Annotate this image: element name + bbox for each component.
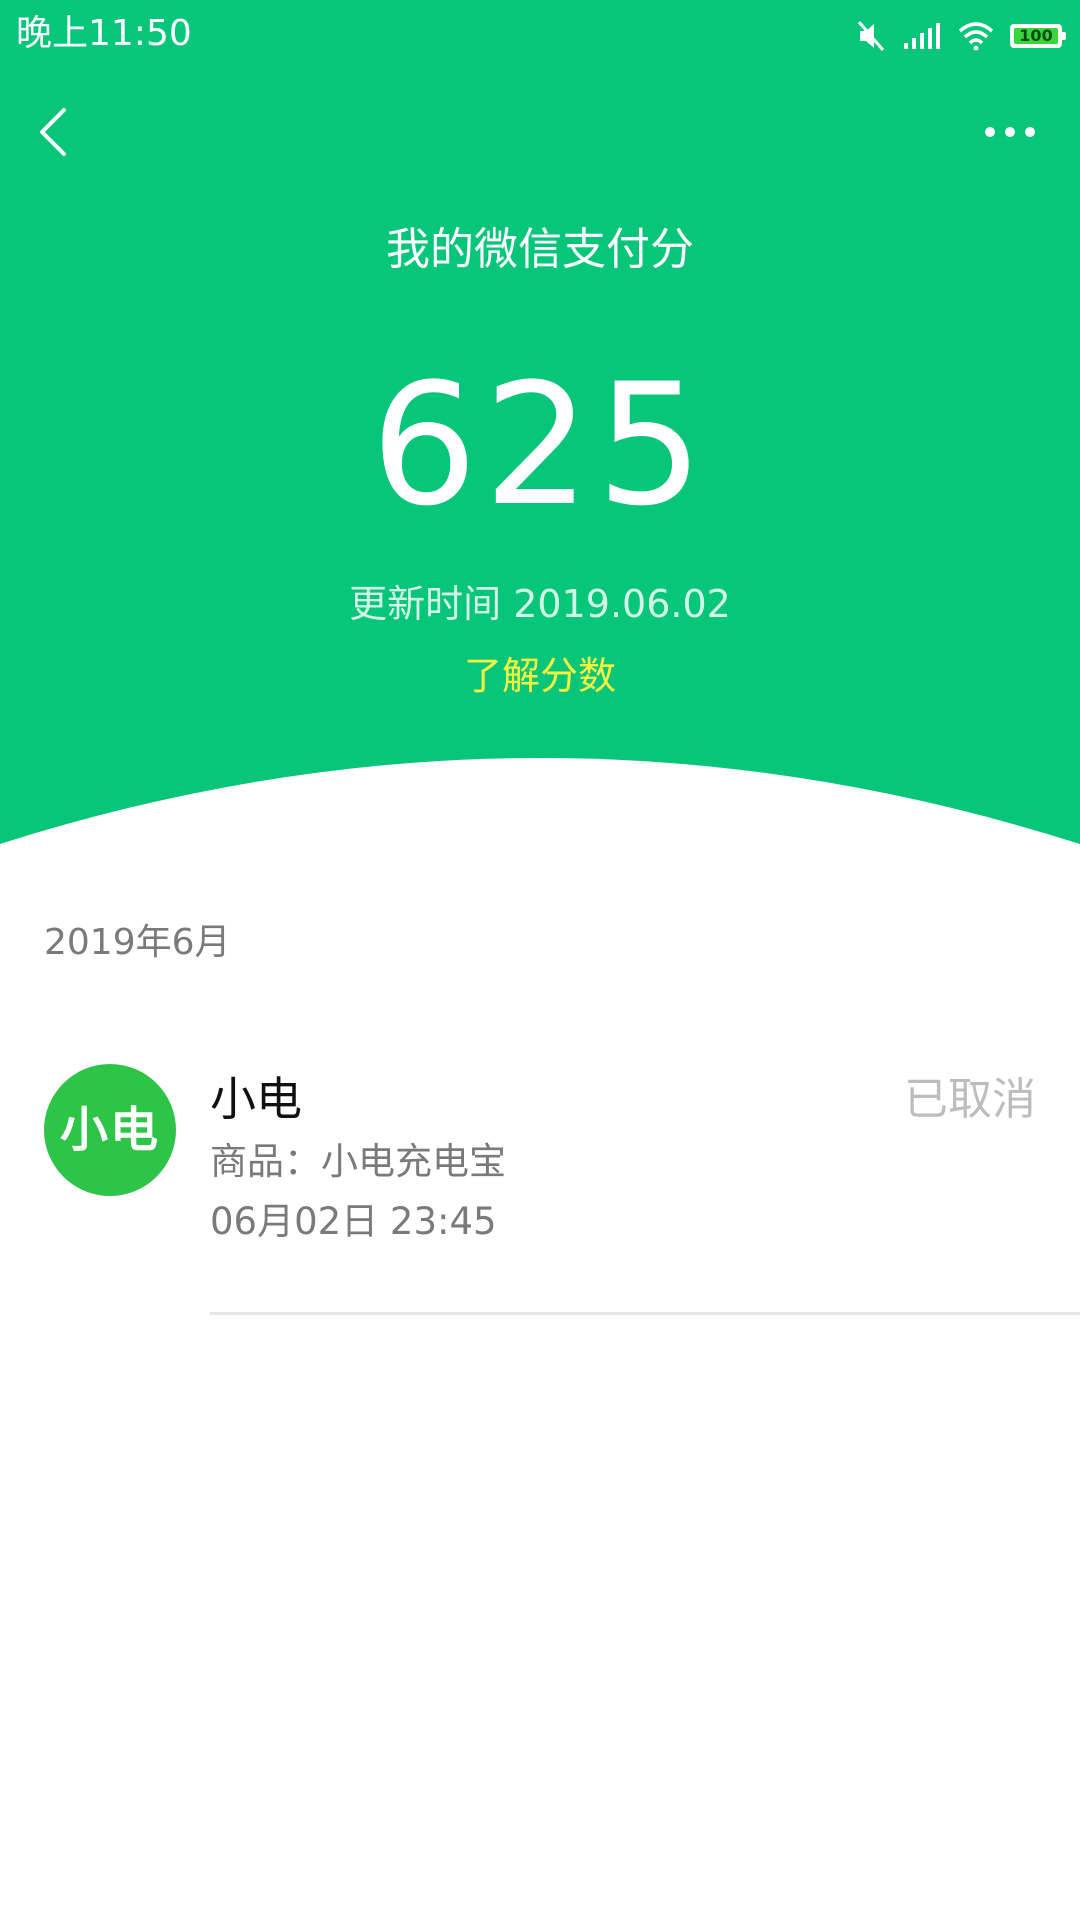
more-button[interactable] [980,110,1040,150]
merchant-avatar: 小电 [44,1064,176,1196]
status-bar: 晚上11:50 100 [0,0,1080,70]
learn-score-link[interactable]: 了解分数 [0,652,1080,700]
score-value: 625 [370,347,710,543]
hero-curve [0,758,1080,868]
status-icons: 100 [856,16,1066,56]
chevron-left-icon [40,108,66,156]
divider [210,1312,1080,1315]
record-time: 06月02日 23:45 [210,1200,497,1243]
signal-icon [902,21,942,51]
month-header: 2019年6月 [44,922,231,963]
product-name: 商品：小电充电宝 [210,1140,506,1183]
status-badge: 已取消 [904,1074,1036,1125]
wifi-icon [958,21,994,51]
screen: 晚上11:50 100 我的微信支付分 625 更新时间 2019.06.02 … [0,0,1080,1920]
battery-tip [1062,32,1066,40]
battery-icon: 100 [1010,24,1066,48]
page-title: 我的微信支付分 [386,224,694,275]
update-time: 更新时间 2019.06.02 [349,582,731,626]
list-item[interactable]: 小电 小电 已取消 商品：小电充电宝 06月02日 23:45 [0,1050,1080,1316]
status-time: 晚上11:50 [16,13,192,54]
back-button[interactable] [28,100,88,164]
merchant-name: 小电 [210,1072,302,1126]
ellipsis-icon [985,127,1035,137]
battery-level: 100 [1019,26,1053,45]
mute-icon [856,19,886,53]
